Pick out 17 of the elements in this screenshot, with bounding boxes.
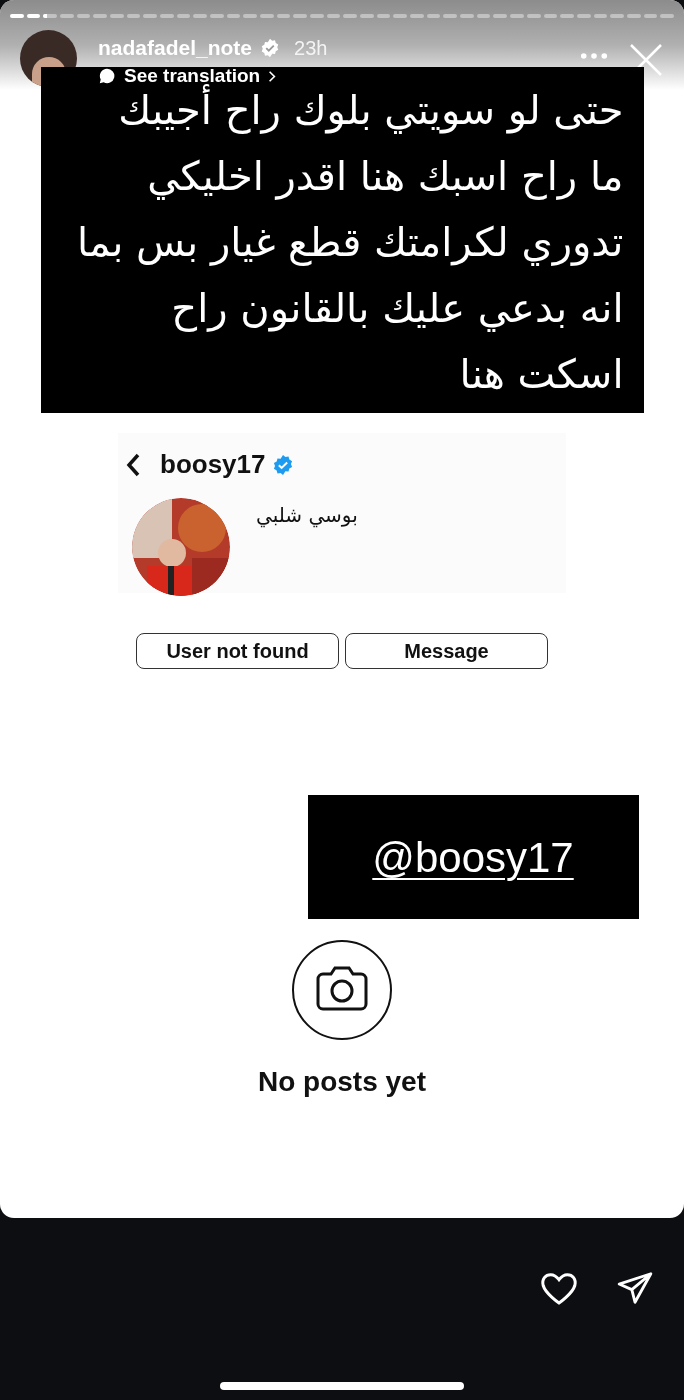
display-name: بوسي شلبي [256,502,358,530]
status-button[interactable]: User not found [136,633,339,669]
empty-state-text: No posts yet [258,1065,426,1099]
speech-bubble-icon [98,67,116,85]
chevron-right-icon [268,69,277,83]
story-text-line: ما راح اسبك هنا اقدر اخليكي [146,152,624,202]
post-time: 23h [294,36,328,61]
story-text-line: اسكت هنا [458,350,624,399]
send-icon[interactable] [616,1269,654,1307]
camera-icon [291,939,393,1041]
story-text-line: تدوري لكرامتك قطع غيار بس بما [75,218,624,268]
close-icon[interactable] [628,42,664,78]
back-icon[interactable] [126,452,140,477]
mention-sticker[interactable]: @boosy17 [307,795,639,919]
story-text-line: انه بدعي عليك بالقانون راح [170,284,624,334]
profile-username: boosy17 [160,448,266,481]
message-button[interactable]: Message [345,633,548,669]
